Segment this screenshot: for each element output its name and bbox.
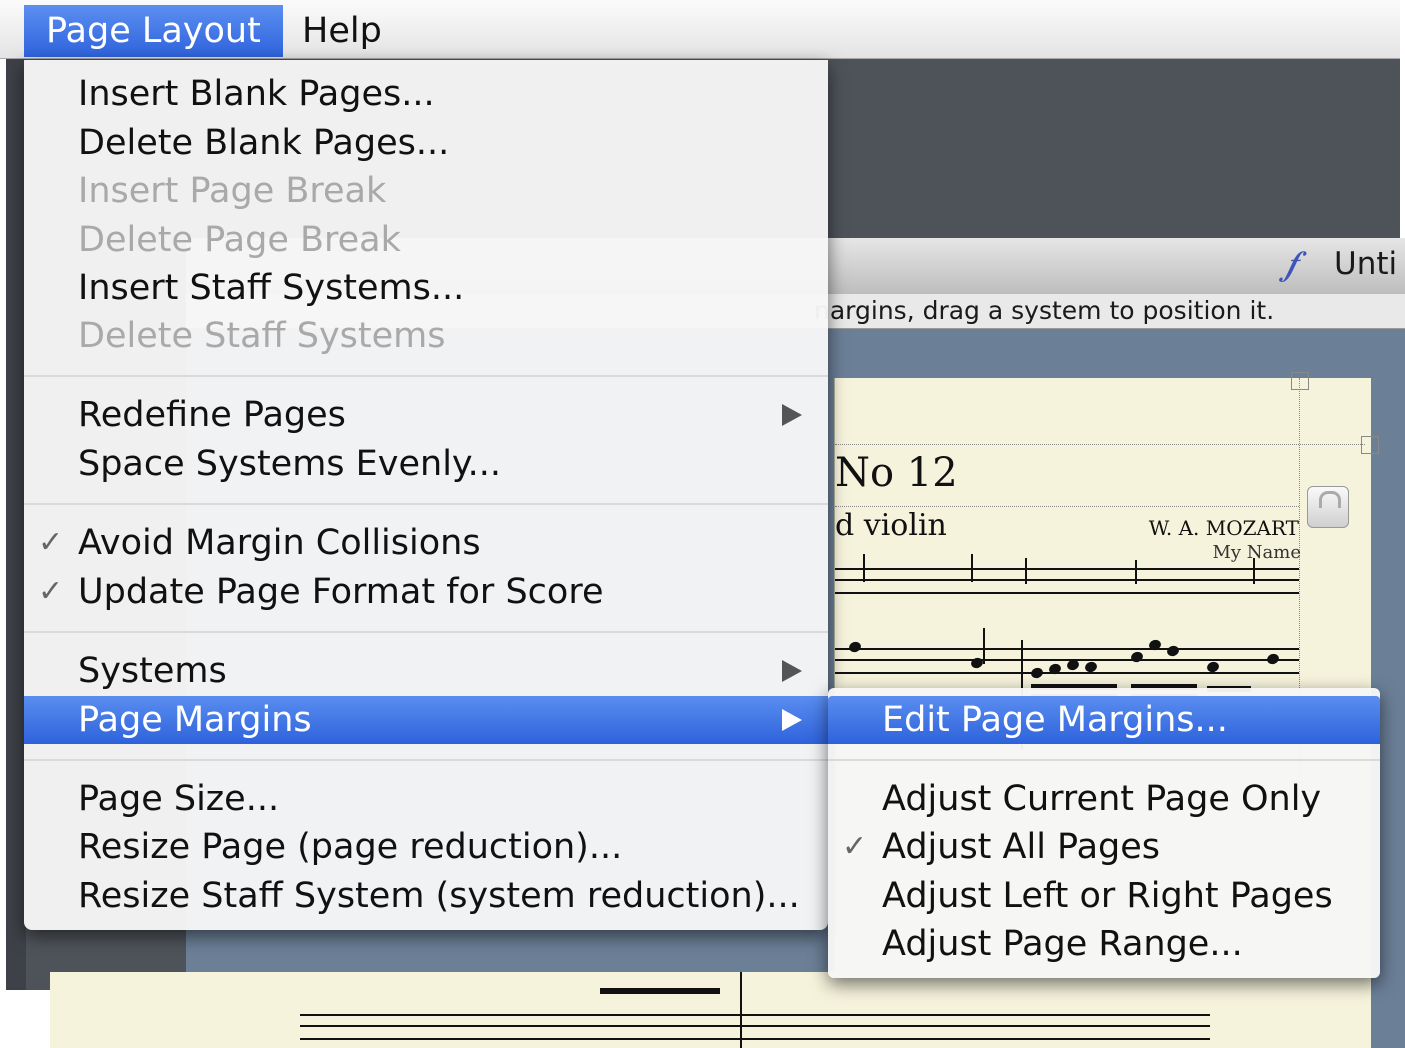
menu-item-label: Adjust Current Page Only <box>882 779 1322 819</box>
menu-item-page-size[interactable]: Page Size... <box>24 775 828 823</box>
menu-item-avoid-margin-collisions[interactable]: ✓ Avoid Margin Collisions <box>24 519 828 567</box>
menu-item-resize-page[interactable]: Resize Page (page reduction)... <box>24 823 828 871</box>
score-arranger: My Name <box>1212 542 1301 563</box>
menu-item-label: Resize Staff System (system reduction)..… <box>78 876 800 916</box>
menu-item-label: Update Page Format for Score <box>78 572 604 612</box>
menu-item-label: Page Size... <box>78 779 280 819</box>
menu-item-label: Space Systems Evenly... <box>78 444 502 484</box>
window-title: Unti <box>1334 246 1398 282</box>
menu-item-delete-page-break: Delete Page Break <box>24 216 828 264</box>
menu-item-label: Insert Staff Systems... <box>78 268 465 308</box>
menu-item-adjust-current-page[interactable]: Adjust Current Page Only <box>828 775 1380 823</box>
score-page-lower <box>50 972 1210 1048</box>
score-title: No 12 <box>835 450 958 496</box>
staff-system-1[interactable] <box>835 568 1299 594</box>
submenu-arrow-icon <box>782 709 802 731</box>
menu-item-label: Avoid Margin Collisions <box>78 523 481 563</box>
menu-item-label: Delete Staff Systems <box>78 316 446 356</box>
top-margin-line <box>835 444 1365 445</box>
menu-item-resize-staff-system[interactable]: Resize Staff System (system reduction)..… <box>24 872 828 920</box>
note-stem <box>983 628 985 664</box>
hint-text: nargins, drag a system to position it. <box>814 296 1275 325</box>
note-stem <box>1025 558 1027 584</box>
submenu-arrow-icon <box>782 404 802 426</box>
note-stem <box>1253 558 1255 584</box>
menu-item-redefine-pages[interactable]: Redefine Pages <box>24 391 828 439</box>
menu-item-label: Delete Page Break <box>78 220 401 260</box>
left-panel <box>6 58 26 990</box>
margin-handle-top[interactable] <box>1291 372 1309 390</box>
note-stem <box>863 554 865 582</box>
menu-page-layout[interactable]: Page Layout <box>24 5 283 57</box>
staff-system-lower[interactable] <box>300 1014 1210 1040</box>
menu-item-space-systems-evenly[interactable]: Space Systems Evenly... <box>24 440 828 488</box>
score-composer: W. A. MOZART <box>1148 516 1299 540</box>
margin-handle-right[interactable] <box>1361 436 1379 454</box>
menu-item-adjust-all-pages[interactable]: ✓ Adjust All Pages <box>828 823 1380 871</box>
checkmark-icon: ✓ <box>842 829 868 864</box>
menu-item-edit-page-margins[interactable]: Edit Page Margins... <box>828 696 1380 744</box>
menu-item-label: Delete Blank Pages... <box>78 123 450 163</box>
barline <box>740 972 742 1048</box>
menu-item-insert-page-break: Insert Page Break <box>24 167 828 215</box>
menu-item-page-margins[interactable]: Page Margins <box>24 696 828 744</box>
menu-separator <box>24 375 828 377</box>
menu-separator <box>828 759 1380 761</box>
menu-item-label: Resize Page (page reduction)... <box>78 827 623 867</box>
menu-item-label: Adjust Page Range... <box>882 924 1243 964</box>
menu-item-insert-blank-pages[interactable]: Insert Blank Pages... <box>24 70 828 118</box>
note-beam <box>600 988 720 994</box>
menu-item-adjust-left-or-right[interactable]: Adjust Left or Right Pages <box>828 872 1380 920</box>
menu-item-label: Adjust All Pages <box>882 827 1161 867</box>
note-stem <box>1135 560 1137 584</box>
title-guide-line <box>835 506 1299 507</box>
menu-separator <box>24 503 828 505</box>
menu-item-delete-staff-systems: Delete Staff Systems <box>24 312 828 360</box>
menu-item-label: Edit Page Margins... <box>882 700 1228 740</box>
submenu-arrow-icon <box>782 660 802 682</box>
menu-item-label: Page Margins <box>78 700 312 740</box>
checkmark-icon: ✓ <box>38 525 64 560</box>
staff-system-2[interactable] <box>835 648 1299 674</box>
note-stem <box>971 554 973 582</box>
menu-help[interactable]: Help <box>280 5 404 57</box>
menu-item-adjust-page-range[interactable]: Adjust Page Range... <box>828 920 1380 968</box>
menu-item-delete-blank-pages[interactable]: Delete Blank Pages... <box>24 119 828 167</box>
score-subtitle: d violin <box>835 508 947 543</box>
menu-item-systems[interactable]: Systems <box>24 647 828 695</box>
menu-item-label: Adjust Left or Right Pages <box>882 876 1333 916</box>
menu-bar: Page Layout Help <box>0 0 1400 59</box>
page-margins-submenu: Edit Page Margins... Adjust Current Page… <box>828 688 1380 978</box>
menu-separator <box>24 631 828 633</box>
menu-item-label: Systems <box>78 651 227 691</box>
checkmark-icon: ✓ <box>38 574 64 609</box>
menu-item-label: Insert Page Break <box>78 171 387 211</box>
menu-item-insert-staff-systems[interactable]: Insert Staff Systems... <box>24 264 828 312</box>
page-layout-menu: Insert Blank Pages... Delete Blank Pages… <box>24 60 828 930</box>
lock-icon[interactable] <box>1307 486 1349 528</box>
finale-icon: 𝆑 <box>1286 244 1298 284</box>
menu-item-label: Redefine Pages <box>78 395 346 435</box>
menu-item-update-page-format[interactable]: ✓ Update Page Format for Score <box>24 568 828 616</box>
menu-separator <box>24 759 828 761</box>
menu-item-label: Insert Blank Pages... <box>78 74 435 114</box>
